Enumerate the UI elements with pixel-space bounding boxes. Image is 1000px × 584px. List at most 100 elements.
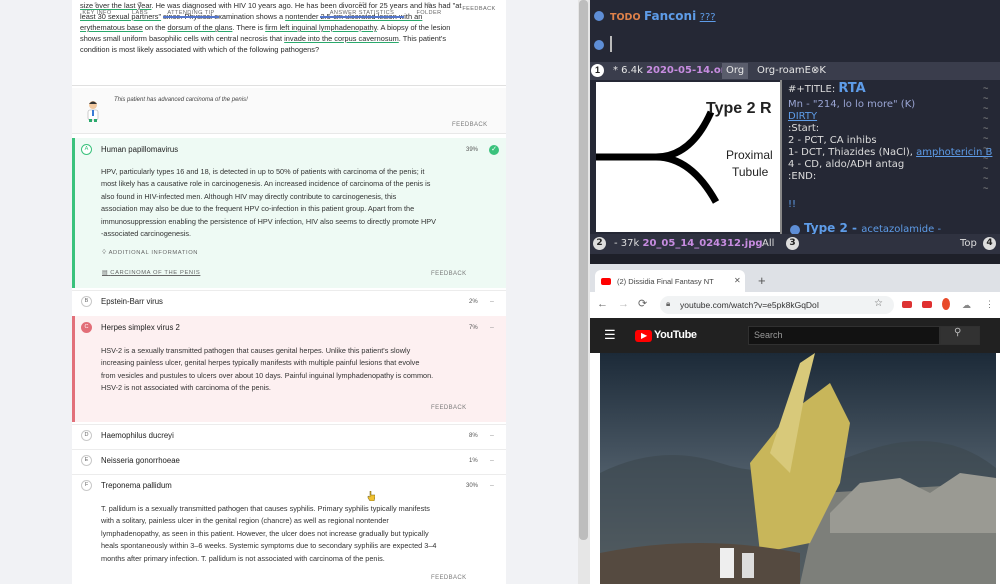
org-heading[interactable]: TODO Fanconi ??? [610,9,716,23]
stem-highlight[interactable]: dorsum of the glans [168,23,233,32]
option-b-letter: B [81,296,92,307]
menu-dots-icon[interactable]: ⋮ [985,299,994,310]
attending-tip-button[interactable]: ◌ ATTENDING TIP [163,2,219,18]
option-d-label[interactable]: Haemophilus ducreyi [101,431,174,440]
text-cursor [610,36,612,52]
scrollbar-thumb[interactable] [579,0,588,540]
labs-button[interactable]: ⚗ LABS [128,2,152,16]
stem-highlight[interactable]: firm left inguinal lymphadenopathy [265,23,377,32]
heading-title: Fanconi [644,9,697,23]
mode-org-roam[interactable]: Org-roamE⊗K [753,63,830,79]
stem-highlight[interactable]: erythematous base [80,23,143,32]
modeline-buffer[interactable]: - 37k 20_05_14_024312.jpg [614,234,763,254]
star-icon[interactable]: ☆ [874,298,883,309]
tab-close-icon[interactable]: ✕ [734,276,741,285]
org-line: 1- DCT, Thiazides (NaCl), amphotericin B [788,147,992,159]
checkmark-icon: ✓ [489,145,499,155]
bulb-icon: 💡︎ [102,250,107,256]
play-icon: ▶ [641,331,648,340]
option-c-label[interactable]: Herpes simplex virus 2 [101,323,180,332]
mode-org-roam-label: Org-roam [757,65,805,76]
reload-icon[interactable]: ⟳ [638,297,647,310]
additional-info[interactable]: 💡︎ ADDITIONAL INFORMATION [102,250,198,257]
brave-shield-icon[interactable] [942,298,950,310]
back-icon[interactable]: ← [597,298,608,310]
cloud-icon[interactable]: ☁ [962,300,971,311]
modeline-position: All [762,238,775,249]
org-link[interactable]: !! [788,199,796,211]
image-modeline: 2 - 37k 20_05_14_024312.jpg All 3 Top 4 [590,234,1000,254]
explanation-line: most likely has a causative role in carc… [101,179,431,189]
drawer-end: :END: [788,171,817,182]
left-rail [0,0,72,584]
mode-org[interactable]: Org [722,63,749,79]
option-c-pct: 7% [469,325,478,331]
title-line: #+TITLE: RTA [788,81,866,96]
stem-text: . A biopsy of the lesion [376,23,451,32]
option-c-feedback-button[interactable]: FEEDBACK [431,405,467,411]
option-f-feedback-button[interactable]: FEEDBACK [431,575,467,581]
option-f-label[interactable]: Treponema pallidum [101,481,172,490]
drawer-start: :Start: [788,123,820,134]
stem-highlight[interactable]: invade into the corpus cavernosum [284,34,399,43]
org-link[interactable]: amphotericin B [916,147,992,158]
explanation-line: also found in HIV-infected men. Although… [101,191,397,201]
option-f-letter: F [81,480,92,491]
dash-icon: – [490,324,494,331]
option-f-pct: 30% [466,483,479,489]
new-tab-button[interactable]: + [758,273,766,288]
search-icon: ⚲ [954,327,962,338]
buffer-name[interactable]: * 6.4k 2020-05-14.org [609,63,737,79]
option-e-label[interactable]: Neisseria gonorrhoeae [101,456,180,465]
additional-info-label: ADDITIONAL INFORMATION [108,250,199,256]
buffer-file: 20_05_14_024312.jpg [642,238,763,249]
option-a-explanation: HPV, particularly types 16 and 18, is de… [101,166,481,240]
stats-icon: ⤧ [359,2,365,9]
option-f-explanation: T. pallidum is a sexually transmitted pa… [101,503,481,565]
video-player[interactable] [600,353,996,584]
answer-statistics-button[interactable]: ⤧ ANSWER STATISTICS [320,2,404,18]
url-text[interactable]: youtube.com/watch?v=e5pk8kGqDoI [680,300,819,310]
explanation-feedback-button[interactable]: FEEDBACK [452,122,488,128]
key-info-button[interactable]: ✎ KEY INFO [80,2,114,16]
explanation-line: HPV, particularly types 16 and 18, is de… [101,167,425,176]
option-a-feedback-button[interactable]: FEEDBACK [431,271,467,277]
window-number-2: 2 [593,237,606,250]
dash-icon: – [490,482,494,489]
youtube-favicon-icon [601,278,611,285]
forward-icon[interactable]: → [618,298,629,310]
window-divider[interactable] [780,80,782,234]
link-label: CARCINOMA OF THE PENIS [110,270,201,276]
org-line: 2 - PCT, CA inhibs [788,135,877,146]
explanation-line: immunosuppression enabling the persisten… [101,216,437,226]
buffer-size: * 6.4k [613,65,643,76]
explanation-line: -associated carcinogenesis. [101,229,192,239]
heading-link[interactable]: ??? [700,12,716,23]
todo-keyword: TODO [610,12,641,23]
hamburger-icon[interactable]: ☰ [604,327,616,343]
mode-flags: E⊗K [804,65,826,76]
folder-label: FOLDER [416,10,442,16]
youtube-extension-icon[interactable] [922,301,932,308]
org-link[interactable]: DIRTY [788,111,817,123]
link-carcinoma[interactable]: ▤ CARCINOMA OF THE PENIS [102,270,200,276]
flask-icon: ⚗ [136,2,144,9]
option-a-pct: 39% [466,147,479,153]
answer-statistics-label: ANSWER STATISTICS [329,10,395,16]
option-a-letter: A [81,144,92,155]
youtube-logo-text[interactable]: YouTube [654,329,697,341]
explanation-line: lymphadenopathy, as seen in this patient… [101,528,429,538]
option-b-label[interactable]: Epstein-Barr virus [101,297,163,306]
explanation-box [72,88,506,134]
feedback-top-button[interactable]: FEEDBACK [458,6,500,12]
org-line: 4 - CD, aldo/ADH antag [788,159,905,170]
lock-icon[interactable]: 🔒︎ [666,299,670,309]
option-a-label[interactable]: Human papillomavirus [101,145,178,154]
option-c-explanation: HSV-2 is a sexually transmitted pathogen… [101,345,481,395]
bullet-icon [594,40,604,50]
dash-icon: – [490,432,494,439]
title-value: RTA [838,81,866,96]
extension-icon[interactable] [902,301,912,308]
bullet-icon [594,11,604,21]
folder-button[interactable]: ⊕ FOLDER [414,2,444,16]
